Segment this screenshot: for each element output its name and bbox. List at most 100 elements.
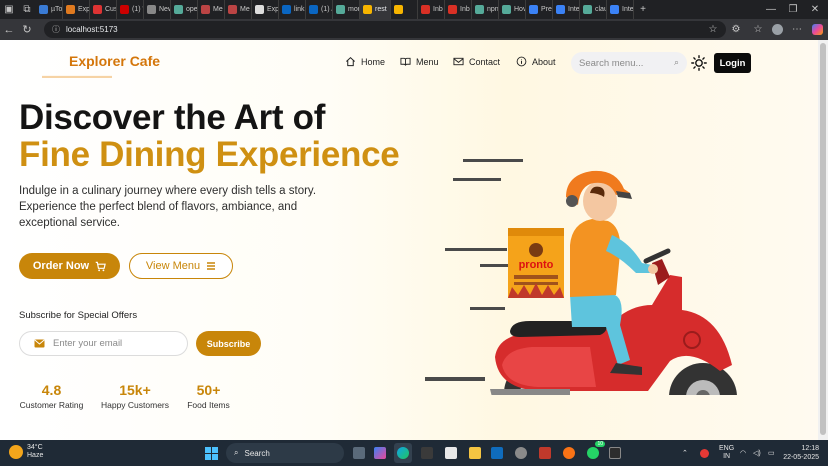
stat-label: Happy Customers: [100, 400, 170, 410]
browser-profile-icon[interactable]: ▣: [0, 0, 18, 19]
tab-favicon-icon: [583, 5, 592, 14]
lang-region: IN: [723, 453, 731, 460]
hero-title-line1: Discover the Art of: [19, 98, 326, 137]
tab-favicon-icon: [228, 5, 237, 14]
wifi-icon[interactable]: ◠: [740, 440, 746, 466]
maximize-icon[interactable]: ❐: [784, 0, 802, 19]
browser-tab[interactable]: clau: [580, 0, 607, 19]
profile-avatar[interactable]: [770, 19, 784, 40]
start-windows-icon[interactable]: [202, 443, 220, 463]
browser-tab[interactable]: Cus: [90, 0, 117, 19]
address-bar[interactable]: ⓘ localhost:5173: [44, 21, 726, 38]
browser-tab[interactable]: Inte: [553, 0, 580, 19]
browser-tab[interactable]: µTo: [36, 0, 63, 19]
browser-tab[interactable]: Exp: [63, 0, 90, 19]
file-explorer-icon[interactable]: [466, 443, 484, 463]
browser-tab[interactable]: Inb: [418, 0, 445, 19]
tab-favicon-icon: [39, 5, 48, 14]
search-box[interactable]: ⌕: [571, 52, 687, 74]
browser-tab[interactable]: Me: [225, 0, 252, 19]
nav-home-label: Home: [361, 56, 386, 67]
order-now-button[interactable]: Order Now: [19, 253, 120, 279]
tab-favicon-icon: [282, 5, 291, 14]
page-scrollbar[interactable]: [818, 40, 828, 440]
tray-app-icon[interactable]: [700, 440, 709, 466]
tab-favicon-icon: [448, 5, 457, 14]
browser-tab[interactable]: rest: [360, 0, 391, 19]
volume-icon[interactable]: ◁): [753, 440, 761, 466]
browser-tab[interactable]: (1) ": [117, 0, 144, 19]
taskbar-search-label: Search: [244, 448, 270, 458]
nav-about-label: About: [532, 56, 556, 67]
browser-tab[interactable]: Inb: [445, 0, 472, 19]
copilot-app-icon[interactable]: [371, 443, 389, 463]
browser-tab[interactable]: link: [279, 0, 306, 19]
browser-tab[interactable]: Hov: [499, 0, 526, 19]
browser-tab[interactable]: npn: [472, 0, 499, 19]
browser-tab[interactable]: Pre: [526, 0, 553, 19]
browser-tab[interactable]: Me: [198, 0, 225, 19]
app-icon[interactable]: [536, 443, 554, 463]
nav-contact[interactable]: Contact: [453, 56, 500, 67]
tab-favicon-icon: [502, 5, 511, 14]
nav-menu-label: Menu: [416, 56, 439, 67]
browser-tab[interactable]: (1) /: [306, 0, 333, 19]
login-button[interactable]: Login: [714, 53, 751, 73]
extensions-icon[interactable]: ⚙: [728, 19, 744, 40]
browser-tab[interactable]: [391, 0, 418, 19]
new-tab-icon[interactable]: +: [634, 0, 652, 19]
clock-date: 22-05-2025: [783, 454, 819, 461]
tab-favicon-icon: [529, 5, 538, 14]
nav-home[interactable]: Home: [345, 56, 385, 67]
menu-dots-icon[interactable]: ⋯: [790, 19, 804, 40]
nav-about[interactable]: About: [516, 56, 556, 67]
nav-menu[interactable]: Menu: [400, 56, 439, 67]
battery-icon[interactable]: ▭: [768, 440, 775, 466]
browser-tab[interactable]: Exp: [252, 0, 279, 19]
notepad-icon[interactable]: [442, 443, 460, 463]
taskbar-search[interactable]: ⌕ Search: [226, 443, 344, 463]
language-indicator[interactable]: ENG IN: [719, 440, 734, 466]
minimize-icon[interactable]: —: [762, 0, 780, 19]
favorites-icon[interactable]: ☆: [750, 19, 766, 40]
clock[interactable]: 12:18 22-05-2025: [781, 440, 819, 466]
calculator-icon[interactable]: [418, 443, 436, 463]
terminal-icon[interactable]: [606, 443, 624, 463]
site-logo[interactable]: Explorer Cafe: [69, 53, 160, 69]
tab-title: (1) ": [132, 6, 144, 13]
back-icon[interactable]: ←: [0, 19, 18, 40]
tab-title: Inte: [622, 6, 634, 13]
view-menu-button[interactable]: View Menu: [129, 253, 233, 279]
task-view-icon[interactable]: [350, 443, 368, 463]
brave-icon[interactable]: [560, 443, 578, 463]
cart-icon: [95, 261, 106, 271]
tray-overflow-icon[interactable]: ⌃: [682, 440, 688, 466]
tab-title: Inb: [433, 6, 443, 13]
whatsapp-icon[interactable]: 10: [584, 441, 605, 463]
outlook-icon[interactable]: [488, 443, 506, 463]
email-input[interactable]: [53, 338, 173, 349]
weather-widget[interactable]: 34°C Haze: [9, 444, 43, 460]
browser-tab[interactable]: Inte: [607, 0, 634, 19]
scrollbar-thumb[interactable]: [820, 43, 826, 435]
browser-tab[interactable]: ope: [171, 0, 198, 19]
search-icon[interactable]: ⌕: [674, 57, 679, 68]
subscribe-button[interactable]: Subscribe: [196, 331, 261, 356]
browser-tab[interactable]: mor: [333, 0, 360, 19]
browser-tab[interactable]: New: [144, 0, 171, 19]
edge-browser-icon[interactable]: [394, 443, 412, 463]
tab-favicon-icon: [147, 5, 156, 14]
reload-icon[interactable]: ↻: [18, 19, 36, 40]
bookmark-star-icon[interactable]: ☆: [706, 19, 720, 40]
close-window-icon[interactable]: ✕: [806, 0, 824, 19]
settings-icon[interactable]: [512, 443, 530, 463]
site-info-icon[interactable]: ⓘ: [52, 24, 60, 35]
email-field[interactable]: [19, 331, 188, 356]
tab-title: clau: [595, 6, 607, 13]
mail-icon: [453, 57, 464, 66]
tab-actions-icon[interactable]: ⧉: [18, 0, 36, 19]
search-input[interactable]: [579, 57, 667, 69]
tab-title: Me: [240, 6, 250, 13]
theme-toggle-sun-icon[interactable]: [691, 55, 707, 71]
copilot-icon[interactable]: [810, 19, 824, 40]
